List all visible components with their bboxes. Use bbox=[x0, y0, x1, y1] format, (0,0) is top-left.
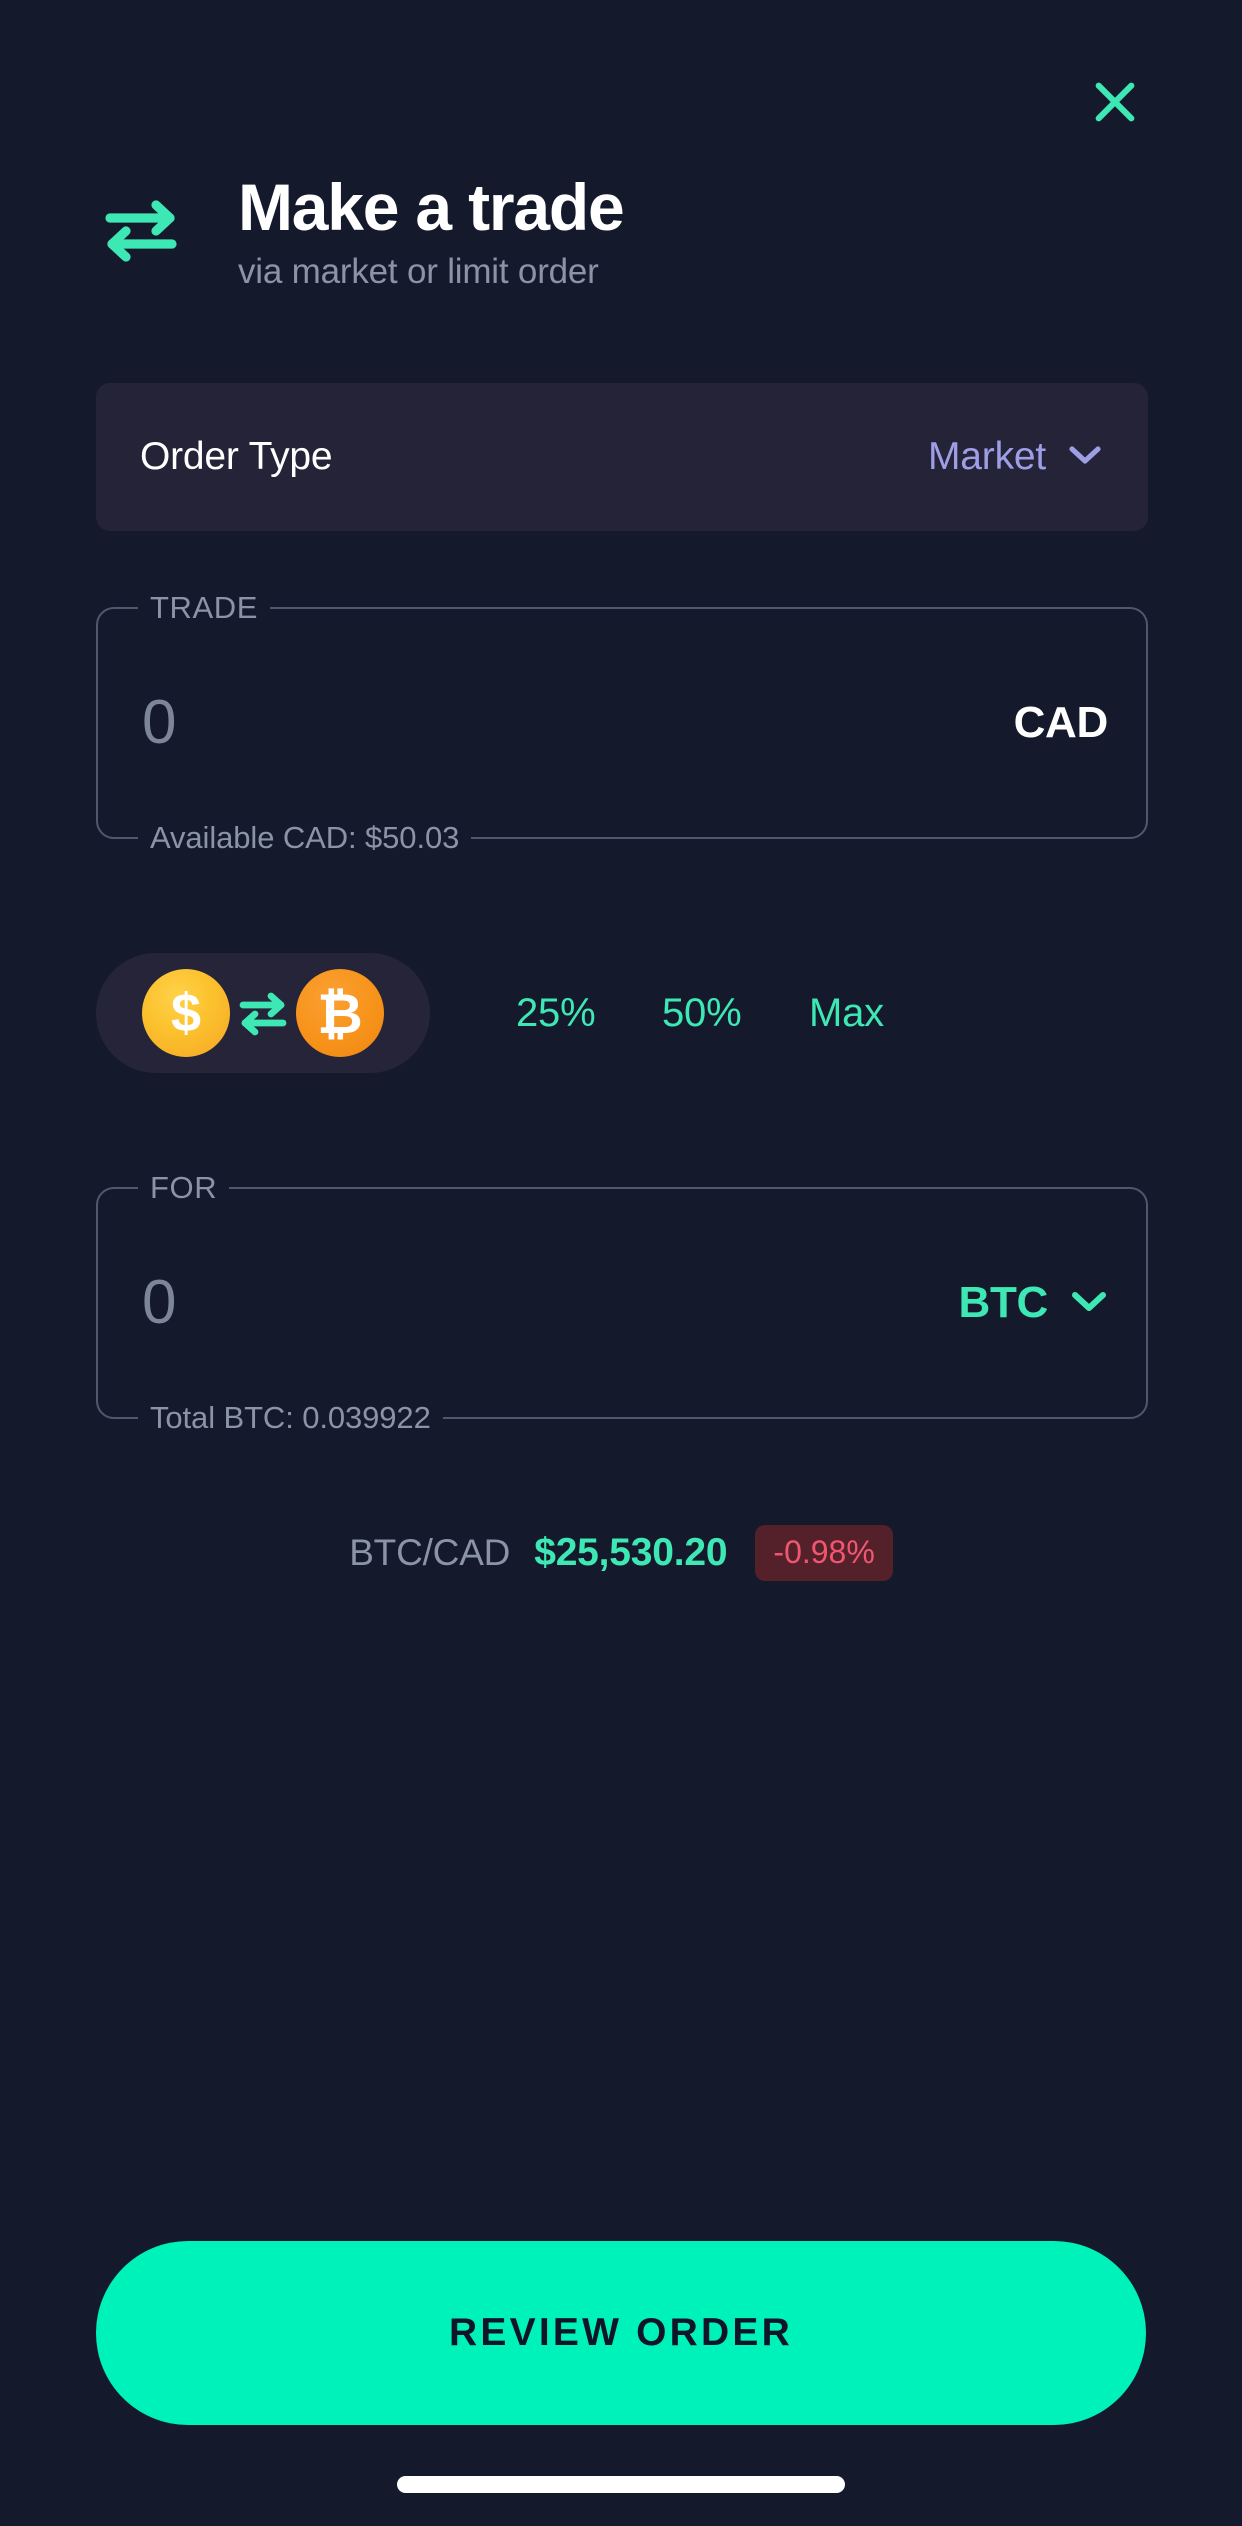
available-balance-text: Available CAD: $50.03 bbox=[138, 817, 472, 859]
order-type-value-group: Market bbox=[928, 435, 1102, 479]
page-title: Make a trade bbox=[238, 170, 625, 244]
currency-pair-toggle[interactable]: $ ₿ bbox=[96, 953, 430, 1073]
swap-arrows-icon bbox=[230, 982, 296, 1044]
btc-coin-icon: ₿ bbox=[296, 969, 384, 1057]
for-amount-input[interactable]: 0 bbox=[142, 1268, 176, 1338]
modal-header: Make a trade via market or limit order bbox=[98, 168, 1158, 298]
for-currency-selector[interactable]: BTC bbox=[958, 1278, 1108, 1328]
chevron-down-icon bbox=[1068, 444, 1102, 471]
quick-amount-row: $ ₿ 25% 50% Max bbox=[96, 953, 1148, 1073]
header-text-group: Make a trade via market or limit order bbox=[238, 168, 625, 295]
close-button[interactable] bbox=[1075, 62, 1155, 142]
for-amount-field[interactable]: FOR 0 BTC Total BTC: 0.039922 bbox=[96, 1169, 1148, 1439]
order-type-label: Order Type bbox=[140, 435, 333, 478]
for-field-legend: FOR bbox=[138, 1169, 230, 1207]
trade-modal-screen: Make a trade via market or limit order O… bbox=[0, 0, 1242, 2526]
trade-field-row: 0 CAD bbox=[98, 609, 1146, 837]
swap-arrows-icon bbox=[98, 192, 184, 270]
chevron-down-icon bbox=[1070, 1289, 1108, 1318]
trade-amount-field[interactable]: TRADE 0 CAD Available CAD: $50.03 bbox=[96, 589, 1148, 859]
quick-amount-max-button[interactable]: Max bbox=[805, 979, 888, 1048]
review-order-button[interactable]: REVIEW ORDER bbox=[96, 2241, 1146, 2425]
trade-field-legend: TRADE bbox=[138, 589, 271, 627]
close-icon bbox=[1087, 74, 1143, 130]
for-field-row: 0 BTC bbox=[98, 1189, 1146, 1417]
quick-amount-50-button[interactable]: 50% bbox=[658, 979, 745, 1048]
price-change-badge: -0.98% bbox=[755, 1525, 893, 1581]
quick-amount-25-button[interactable]: 25% bbox=[512, 979, 599, 1048]
price-value: $25,530.20 bbox=[534, 1531, 728, 1574]
trade-amount-input[interactable]: 0 bbox=[142, 688, 176, 758]
order-type-value: Market bbox=[928, 435, 1046, 478]
page-subtitle: via market or limit order bbox=[238, 252, 599, 291]
market-price-row: BTC/CAD $25,530.20 -0.98% bbox=[0, 1525, 1242, 1581]
for-currency-label: BTC bbox=[958, 1278, 1048, 1327]
total-btc-text: Total BTC: 0.039922 bbox=[138, 1397, 443, 1439]
order-type-selector[interactable]: Order Type Market bbox=[96, 383, 1148, 531]
trade-currency-label: CAD bbox=[1013, 698, 1109, 747]
price-pair-label: BTC/CAD bbox=[349, 1532, 511, 1573]
home-indicator bbox=[397, 2476, 845, 2493]
cad-coin-icon: $ bbox=[142, 969, 230, 1057]
